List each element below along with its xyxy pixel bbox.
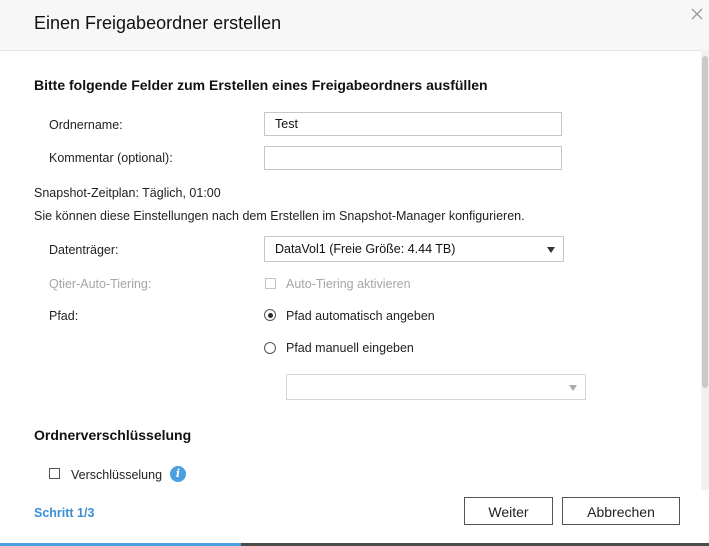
volume-select[interactable]: DataVol1 (Freie Größe: 4.44 TB) — [264, 236, 564, 262]
volume-select-value: DataVol1 (Freie Größe: 4.44 TB) — [275, 242, 456, 256]
step-indicator: Schritt 1/3 — [34, 506, 95, 520]
comment-label: Kommentar (optional): — [49, 151, 173, 165]
snapshot-schedule-text: Snapshot-Zeitplan: Täglich, 01:00 — [34, 186, 221, 200]
cancel-button[interactable]: Abbrechen — [562, 497, 680, 525]
path-auto-radio[interactable] — [264, 309, 276, 321]
scrollbar-thumb[interactable] — [702, 56, 708, 388]
comment-input[interactable] — [264, 146, 562, 170]
snapshot-note-text: Sie können diese Einstellungen nach dem … — [34, 209, 525, 223]
folder-name-label: Ordnername: — [49, 118, 123, 132]
path-manual-label: Pfad manuell eingeben — [286, 341, 414, 355]
close-icon[interactable] — [689, 6, 705, 22]
path-manual-select[interactable] — [286, 374, 586, 400]
encryption-section-title: Ordnerverschlüsselung — [34, 427, 192, 443]
path-manual-radio[interactable] — [264, 342, 276, 354]
encryption-checkbox[interactable] — [49, 468, 60, 479]
chevron-down-icon — [547, 247, 555, 253]
qtier-label: Qtier-Auto-Tiering: — [49, 277, 152, 291]
path-label: Pfad: — [49, 309, 79, 323]
info-icon[interactable]: i — [170, 466, 186, 482]
volume-label: Datenträger: — [49, 243, 119, 257]
folder-name-input[interactable] — [264, 112, 562, 136]
encryption-checkbox-label: Verschlüsselung — [71, 468, 163, 482]
next-button[interactable]: Weiter — [464, 497, 553, 525]
dialog-title: Einen Freigabeordner erstellen — [34, 13, 282, 33]
dialog-header: Einen Freigabeordner erstellen — [0, 0, 709, 51]
auto-tiering-checkbox[interactable] — [265, 278, 276, 289]
form-section-title: Bitte folgende Felder zum Erstellen eine… — [34, 77, 488, 93]
path-auto-label: Pfad automatisch angeben — [286, 309, 435, 323]
auto-tiering-label: Auto-Tiering aktivieren — [286, 277, 411, 291]
chevron-down-icon — [569, 385, 577, 391]
